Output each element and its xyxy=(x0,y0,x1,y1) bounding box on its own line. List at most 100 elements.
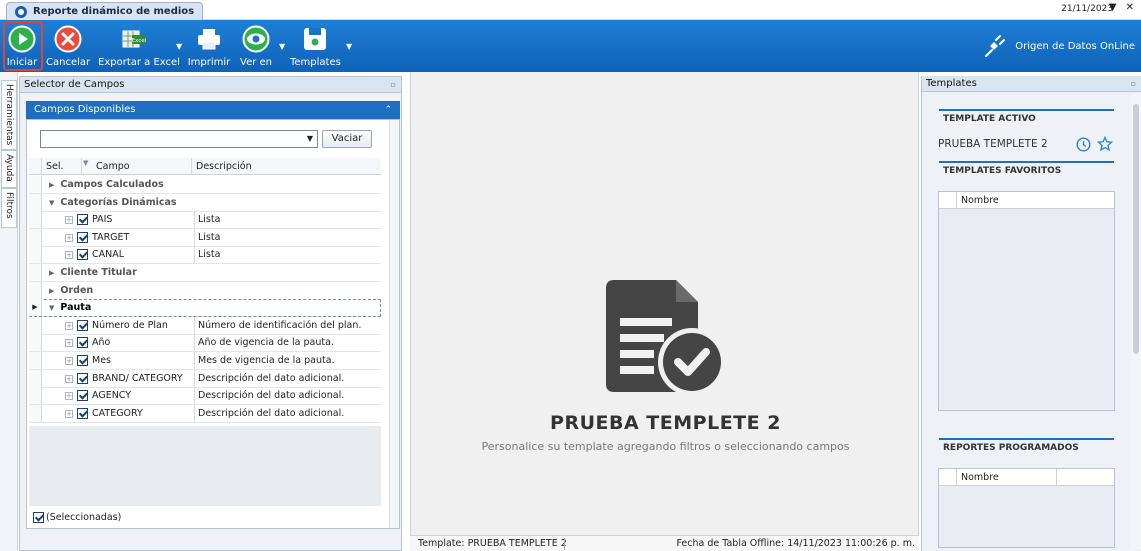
field-name: BRAND/ CATEGORY xyxy=(92,372,183,384)
document-tab[interactable]: Reporte dinámico de medios xyxy=(6,2,204,20)
row-indicator xyxy=(29,281,42,299)
ver-en-button[interactable]: Ver en xyxy=(237,20,275,72)
expand-box-icon[interactable]: + xyxy=(65,321,73,330)
field-checkbox[interactable] xyxy=(77,407,88,419)
templates-scroll-thumb[interactable] xyxy=(1133,104,1139,354)
pin-icon[interactable]: ▫ xyxy=(391,77,396,92)
clock-icon[interactable] xyxy=(1076,137,1091,152)
field-row[interactable]: + AGENCY Descripción del dato adicional. xyxy=(29,387,381,406)
field-name: PAIS xyxy=(92,214,113,226)
tab-herramientas[interactable]: Herramientas xyxy=(1,80,17,150)
row-indicator xyxy=(29,211,42,229)
field-name: TARGET xyxy=(92,231,130,243)
field-row[interactable]: + Número de Plan Número de identificación … xyxy=(29,316,382,335)
collapse-icon[interactable]: ⌃ xyxy=(384,101,392,119)
campos-disponibles-header[interactable]: Campos Disponibles ⌃ xyxy=(26,101,400,119)
expand-box-icon[interactable]: + xyxy=(65,374,73,383)
field-checkbox[interactable] xyxy=(77,355,88,366)
iniciar-highlight xyxy=(3,21,43,71)
tab-filtros[interactable]: Filtros xyxy=(1,188,17,228)
field-description: Lista xyxy=(194,246,382,264)
programados-col-nombre[interactable]: Nombre xyxy=(961,469,999,486)
collapsed-icon[interactable]: ▶ xyxy=(49,269,54,277)
col-campo[interactable]: Campo xyxy=(82,158,192,175)
field-row[interactable]: + CANAL Lista xyxy=(29,246,382,265)
campo-filter-combo[interactable]: ▼ xyxy=(40,130,318,148)
expand-box-icon[interactable]: + xyxy=(65,251,73,260)
field-row[interactable]: + PAIS Lista xyxy=(29,211,382,230)
star-icon[interactable] xyxy=(1097,136,1113,152)
app-icon xyxy=(15,6,27,18)
expand-box-icon[interactable]: + xyxy=(65,233,73,242)
row-indicator xyxy=(29,246,42,264)
eye-icon xyxy=(242,25,270,53)
programados-list-header: Nombre xyxy=(939,469,1114,486)
templates-panel: Templates ▫ TEMPLATE ACTIVO PRUEBA TEMPL… xyxy=(921,76,1141,551)
window-controls[interactable]: ▼ ✕ xyxy=(1109,2,1137,13)
exportar-dropdown-icon[interactable]: ▼ xyxy=(176,42,182,51)
category-label: ▼ Pauta xyxy=(49,299,91,317)
field-row[interactable]: + BRAND/ CATEGORY Descripción del dato adi… xyxy=(29,369,381,388)
category-row[interactable]: ▼ Categorías Dinámicas xyxy=(29,193,381,212)
field-description: Lista xyxy=(194,211,382,229)
template-canvas: PRUEBA TEMPLETE 2 Personalice su templat… xyxy=(410,72,919,535)
programados-list[interactable]: Nombre xyxy=(938,468,1115,548)
field-checkbox[interactable] xyxy=(77,390,88,402)
vaciar-button[interactable]: Vaciar xyxy=(322,130,372,148)
expanded-icon[interactable]: ▼ xyxy=(49,304,54,312)
category-label: ▶ Cliente Titular xyxy=(49,264,137,282)
templates-pin-icon[interactable]: ▫ xyxy=(1131,76,1136,91)
expand-box-icon[interactable]: + xyxy=(65,339,73,348)
field-checkbox[interactable] xyxy=(77,249,88,261)
seleccionadas-checkbox[interactable]: (Seleccionadas) xyxy=(33,512,121,523)
col-descripcion[interactable]: Descripción xyxy=(192,158,381,175)
field-description: Mes de vigencia de la pauta. xyxy=(194,352,382,369)
field-checkbox[interactable] xyxy=(77,372,88,384)
category-row[interactable]: ▶ Campos Calculados xyxy=(29,176,381,194)
ver-en-dropdown-icon[interactable]: ▼ xyxy=(279,42,285,51)
expand-box-icon[interactable]: + xyxy=(65,216,73,225)
collapsed-icon[interactable]: ▶ xyxy=(49,287,54,295)
templates-dropdown-icon[interactable]: ▼ xyxy=(346,42,352,51)
field-name: AGENCY xyxy=(92,390,132,402)
cancelar-button[interactable]: Cancelar xyxy=(46,20,90,72)
col-sel[interactable]: Sel. xyxy=(42,158,82,175)
ribbon-toolbar: Iniciar Cancelar Excel Exportar a Excel … xyxy=(0,20,1141,72)
favoritos-col-nombre[interactable]: Nombre xyxy=(961,192,999,209)
exportar-excel-button[interactable]: Excel Exportar a Excel xyxy=(98,20,180,72)
reportes-programados-header: REPORTES PROGRAMADOS xyxy=(939,438,1114,456)
category-row[interactable]: ▶ Cliente Titular xyxy=(29,264,381,282)
collapsed-icon[interactable]: ▶ xyxy=(49,181,54,189)
origen-datos-online-button[interactable]: Origen de Datos OnLine xyxy=(982,34,1135,58)
field-checkbox[interactable] xyxy=(77,337,88,349)
field-row[interactable]: + Mes Mes de vigencia de la pauta. xyxy=(29,352,381,370)
category-label: ▼ Categorías Dinámicas xyxy=(49,194,177,212)
category-row[interactable]: ▶ Orden xyxy=(29,281,381,300)
field-checkbox[interactable] xyxy=(77,214,88,226)
expand-box-icon[interactable]: + xyxy=(65,357,73,365)
imprimir-button[interactable]: Imprimir xyxy=(186,20,232,72)
templates-button[interactable]: Templates xyxy=(290,20,341,72)
field-description: Número de identificación del plan. xyxy=(194,316,382,334)
selector-panel-header: Selector de Campos ▫ xyxy=(20,77,401,93)
category-label-text: Campos Calculados xyxy=(60,179,164,190)
field-row[interactable]: + TARGET Lista xyxy=(29,228,381,247)
filter-icon[interactable]: ▼ xyxy=(83,159,88,167)
field-checkbox[interactable] xyxy=(77,319,88,331)
expanded-icon[interactable]: ▼ xyxy=(49,199,54,207)
expand-box-icon[interactable]: + xyxy=(65,409,73,418)
field-description: Año de vigencia de la pauta. xyxy=(194,334,382,352)
category-row[interactable]: ▶ ▼ Pauta xyxy=(29,299,381,318)
expand-box-icon[interactable]: + xyxy=(65,392,73,401)
field-checkbox[interactable] xyxy=(77,231,88,243)
favoritos-indicator-col xyxy=(939,192,957,209)
templates-scrollbar[interactable] xyxy=(1131,94,1141,549)
row-indicator xyxy=(29,176,42,193)
combo-arrow-icon[interactable]: ▼ xyxy=(307,134,313,143)
campos-scrollbar[interactable] xyxy=(389,120,399,528)
field-row[interactable]: + Año Año de vigencia de la pauta. xyxy=(29,334,382,353)
field-row[interactable]: + CATEGORY Descripción del dato adicional. xyxy=(29,404,381,423)
grid-empty-area xyxy=(29,426,381,506)
favoritos-list[interactable]: Nombre xyxy=(938,191,1115,411)
tab-ayuda[interactable]: Ayuda xyxy=(1,150,17,188)
